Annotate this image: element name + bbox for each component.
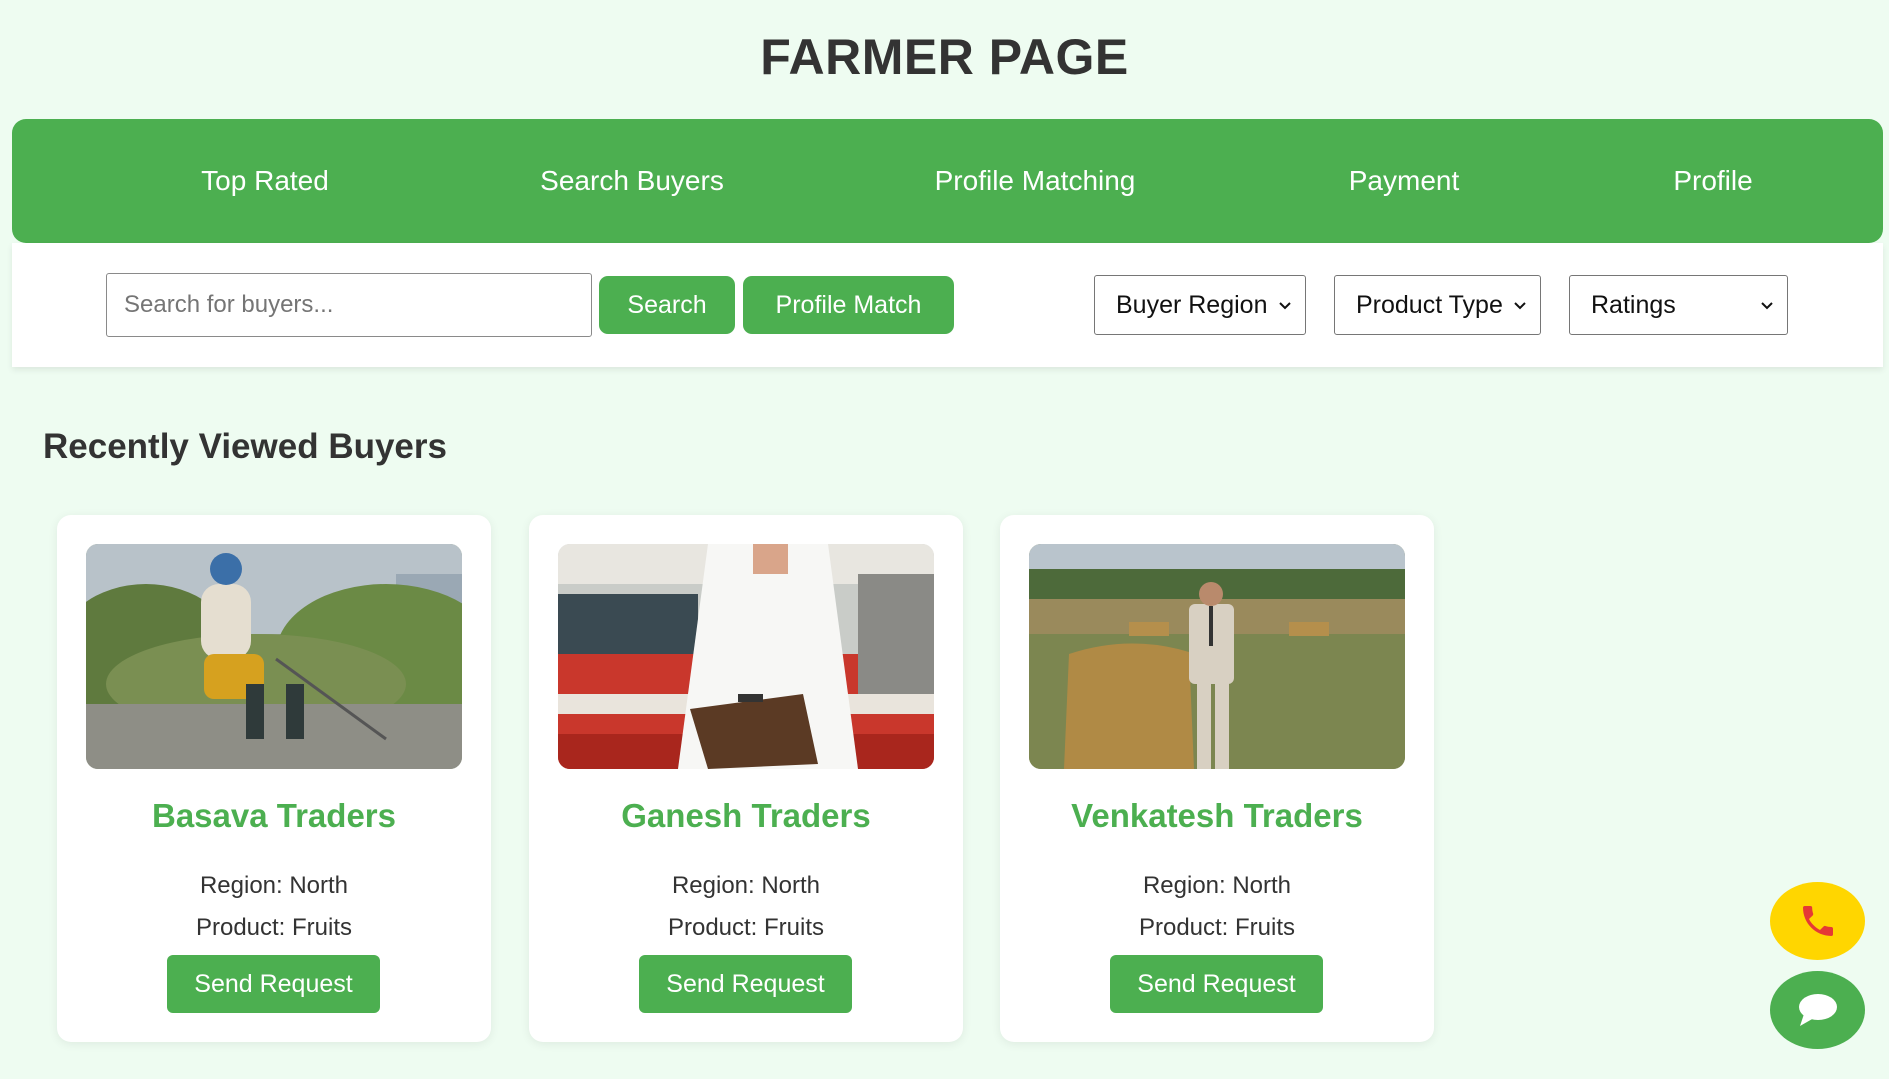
chevron-down-icon — [1514, 302, 1526, 310]
nav-profile[interactable]: Profile — [1673, 119, 1752, 243]
product-type-selected: Product Type — [1356, 291, 1503, 319]
send-request-button[interactable]: Send Request — [1110, 955, 1323, 1013]
nav-top-rated[interactable]: Top Rated — [201, 119, 329, 243]
buyer-product: Product: Fruits — [195, 914, 353, 941]
phone-icon — [1802, 906, 1833, 936]
chat-button[interactable] — [1770, 971, 1865, 1049]
buyer-region: Region: North — [671, 872, 821, 899]
product-type-select[interactable]: Product Type — [1334, 275, 1541, 335]
buyer-photo — [1029, 544, 1405, 769]
ratings-select[interactable]: Ratings — [1569, 275, 1788, 335]
chat-bubble-icon — [1798, 994, 1837, 1026]
main-navbar: Top Rated Search Buyers Profile Matching… — [12, 119, 1883, 243]
buyer-name: Basava Traders — [151, 797, 396, 834]
buyer-region-selected: Buyer Region — [1116, 291, 1268, 319]
buyer-search-input[interactable] — [106, 273, 592, 337]
send-request-button[interactable]: Send Request — [167, 955, 380, 1013]
chevron-down-icon — [1279, 302, 1291, 310]
section-title: Recently Viewed Buyers — [43, 427, 447, 466]
call-button[interactable] — [1770, 882, 1865, 960]
buyer-name: Ganesh Traders — [621, 797, 871, 834]
buyer-card: Venkatesh Traders Region: North Product:… — [1000, 515, 1434, 1042]
buyer-photo — [558, 544, 934, 769]
nav-payment[interactable]: Payment — [1349, 119, 1460, 243]
send-request-button[interactable]: Send Request — [639, 955, 852, 1013]
buyer-region: Region: North — [1142, 872, 1292, 899]
buyer-card: Basava Traders Region: North Product: Fr… — [57, 515, 491, 1042]
buyer-name: Venkatesh Traders — [1071, 797, 1363, 834]
chevron-down-icon — [1761, 302, 1773, 310]
buyer-photo — [86, 544, 462, 769]
buyer-product: Product: Fruits — [667, 914, 825, 941]
buyer-product: Product: Fruits — [1138, 914, 1296, 941]
ratings-selected: Ratings — [1591, 291, 1676, 319]
buyer-region-select[interactable]: Buyer Region — [1094, 275, 1306, 335]
profile-match-button[interactable]: Profile Match — [743, 276, 954, 334]
nav-search-buyers[interactable]: Search Buyers — [540, 119, 724, 243]
page-title: FARMER PAGE — [760, 29, 1129, 85]
buyer-card: Ganesh Traders Region: North Product: Fr… — [529, 515, 963, 1042]
search-toolbar: Search Profile Match Buyer Region Produc… — [12, 243, 1883, 367]
search-button[interactable]: Search — [599, 276, 735, 334]
nav-profile-matching[interactable]: Profile Matching — [935, 119, 1136, 243]
buyer-region: Region: North — [199, 872, 349, 899]
